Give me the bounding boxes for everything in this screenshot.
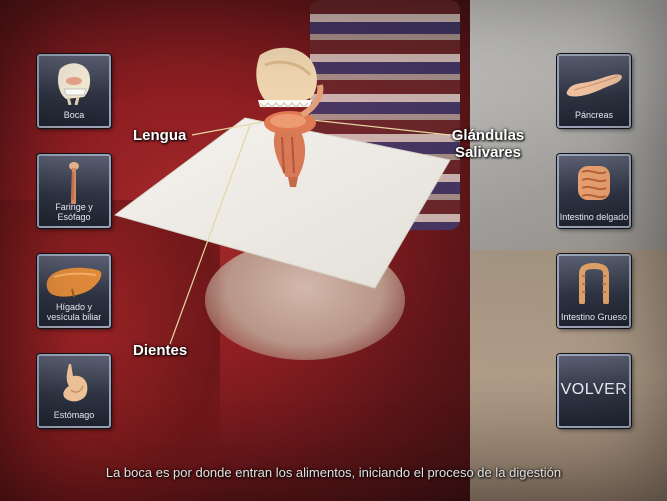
mouth-anatomy-model[interactable]: [240, 45, 330, 195]
camera-background-sleeve: [310, 0, 460, 230]
pancreas-button-label: Páncreas: [574, 110, 614, 120]
small-intestine-icon: [559, 160, 629, 206]
higado-vesicula-button-label: Hígado y vesícula biliar: [46, 302, 102, 322]
faringe-esofago-button[interactable]: Faringe y Esófago: [37, 154, 111, 228]
intestino-delgado-button-label: Intestino delgado: [559, 212, 629, 222]
esophagus-icon: [39, 160, 109, 206]
liver-icon: [39, 260, 109, 306]
volver-button-label: VOLVER: [560, 381, 628, 398]
camera-background-hand: [205, 240, 405, 360]
boca-button-label: Boca: [63, 110, 85, 120]
label-dientes: Dientes: [133, 342, 188, 359]
label-lengua: Lengua: [133, 127, 187, 144]
intestino-delgado-button[interactable]: Intestino delgado: [557, 154, 631, 228]
estomago-button-label: Estómago: [53, 410, 95, 420]
ar-digestive-app: Lengua Glándulas Salivares Dientes Boca …: [0, 0, 667, 501]
estomago-button[interactable]: Estómago: [37, 354, 111, 428]
higado-vesicula-button[interactable]: Hígado y vesícula biliar: [37, 254, 111, 328]
label-glandulas-salivares: Glándulas Salivares: [451, 127, 525, 161]
stomach-icon: [39, 360, 109, 406]
mouth-anatomy-icon: [39, 60, 109, 106]
pancreas-button[interactable]: Páncreas: [557, 54, 631, 128]
intestino-grueso-button-label: Intestino Grueso: [560, 312, 628, 322]
boca-button[interactable]: Boca: [37, 54, 111, 128]
intestino-grueso-button[interactable]: Intestino Grueso: [557, 254, 631, 328]
faringe-esofago-button-label: Faringe y Esófago: [55, 202, 93, 222]
large-intestine-icon: [559, 260, 629, 306]
description-caption: La boca es por donde entran los alimento…: [105, 465, 562, 480]
pancreas-icon: [559, 60, 629, 106]
volver-button[interactable]: VOLVER: [557, 354, 631, 428]
